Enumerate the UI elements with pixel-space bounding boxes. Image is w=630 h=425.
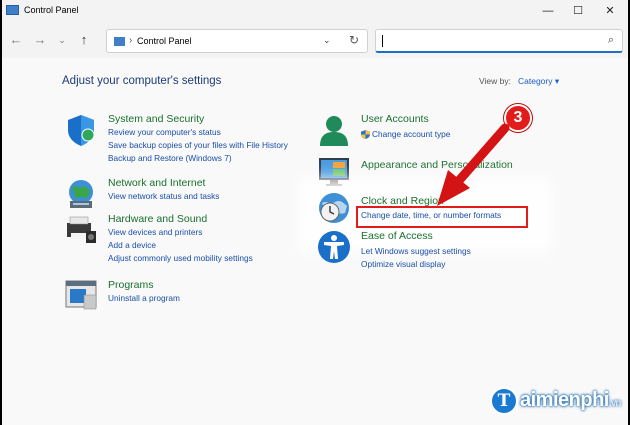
user-icon[interactable] <box>317 113 351 147</box>
link-review-status[interactable]: Review your computer's status <box>108 127 221 137</box>
link-backup-restore[interactable]: Backup and Restore (Windows 7) <box>108 153 232 163</box>
category-title[interactable]: Ease of Access <box>361 230 433 242</box>
link-change-account-type[interactable]: Change account type <box>361 129 450 139</box>
control-panel-window: Control Panel — ☐ ✕ ← → ⌄ ↑ › Control Pa… <box>2 0 628 425</box>
annotation-highlight-box <box>356 206 528 228</box>
minimize-button[interactable]: — <box>538 3 558 19</box>
step-number-badge: 3 <box>504 104 532 132</box>
main-content: Adjust your computer's settings View by:… <box>2 58 628 425</box>
chevron-down-icon[interactable]: ⌄ <box>323 35 331 46</box>
programs-icon[interactable] <box>64 279 98 313</box>
control-panel-icon <box>114 37 125 46</box>
search-icon[interactable]: ⌕ <box>608 34 614 47</box>
shield-icon[interactable] <box>64 113 98 147</box>
window-title: Control Panel <box>24 5 79 15</box>
view-by-dropdown[interactable]: Category ▾ <box>518 76 559 86</box>
monitor-icon[interactable] <box>317 155 351 189</box>
title-bar: Control Panel — ☐ ✕ <box>2 0 628 22</box>
navigation-bar: ← → ⌄ ↑ › Control Panel ⌄ ↻ ⌕ <box>2 26 628 54</box>
uac-shield-icon <box>361 130 370 139</box>
watermark-suffix: .vn <box>608 398 621 409</box>
view-by: View by: Category ▾ <box>479 76 559 87</box>
category-title[interactable]: Network and Internet <box>108 177 205 189</box>
close-button[interactable]: ✕ <box>600 3 620 19</box>
link-uninstall-program[interactable]: Uninstall a program <box>108 293 180 303</box>
page-title: Adjust your computer's settings <box>62 75 222 87</box>
watermark-text: aimienphi.vn <box>520 389 621 412</box>
forward-button[interactable]: → <box>32 32 48 48</box>
text-caret <box>382 35 383 47</box>
back-button[interactable]: ← <box>8 32 24 48</box>
up-button[interactable]: ↑ <box>76 32 92 48</box>
category-title[interactable]: Hardware and Sound <box>108 213 207 225</box>
link-mobility-settings[interactable]: Adjust commonly used mobility settings <box>108 253 253 263</box>
link-add-device[interactable]: Add a device <box>108 240 156 250</box>
clock-globe-icon[interactable] <box>317 191 351 225</box>
breadcrumb-control-panel[interactable]: Control Panel <box>137 36 192 46</box>
printer-icon[interactable] <box>64 213 98 247</box>
recent-locations-button[interactable]: ⌄ <box>54 32 70 48</box>
link-devices-printers[interactable]: View devices and printers <box>108 227 202 237</box>
network-globe-icon[interactable] <box>64 177 98 211</box>
link-optimize-visual-display[interactable]: Optimize visual display <box>361 259 445 269</box>
link-file-history[interactable]: Save backup copies of your files with Fi… <box>108 140 288 150</box>
watermark-logo: T <box>490 387 518 415</box>
link-network-status[interactable]: View network status and tasks <box>108 191 219 201</box>
link-label: Change account type <box>372 129 451 139</box>
category-title[interactable]: Appearance and Personalization <box>361 159 513 171</box>
link-suggest-settings[interactable]: Let Windows suggest settings <box>361 246 471 256</box>
category-title[interactable]: System and Security <box>108 113 204 125</box>
address-bar[interactable]: › Control Panel ⌄ ↻ <box>106 29 368 53</box>
maximize-button[interactable]: ☐ <box>568 3 588 19</box>
control-panel-icon <box>6 5 19 15</box>
category-title[interactable]: Programs <box>108 279 154 291</box>
view-by-label: View by: <box>479 76 511 86</box>
accessibility-icon[interactable] <box>317 230 351 264</box>
category-title[interactable]: User Accounts <box>361 113 429 125</box>
breadcrumb-separator[interactable]: › <box>129 35 132 46</box>
watermark-brand: aimienphi <box>520 389 609 411</box>
refresh-icon[interactable]: ↻ <box>349 33 359 47</box>
search-input[interactable]: ⌕ <box>375 29 623 53</box>
